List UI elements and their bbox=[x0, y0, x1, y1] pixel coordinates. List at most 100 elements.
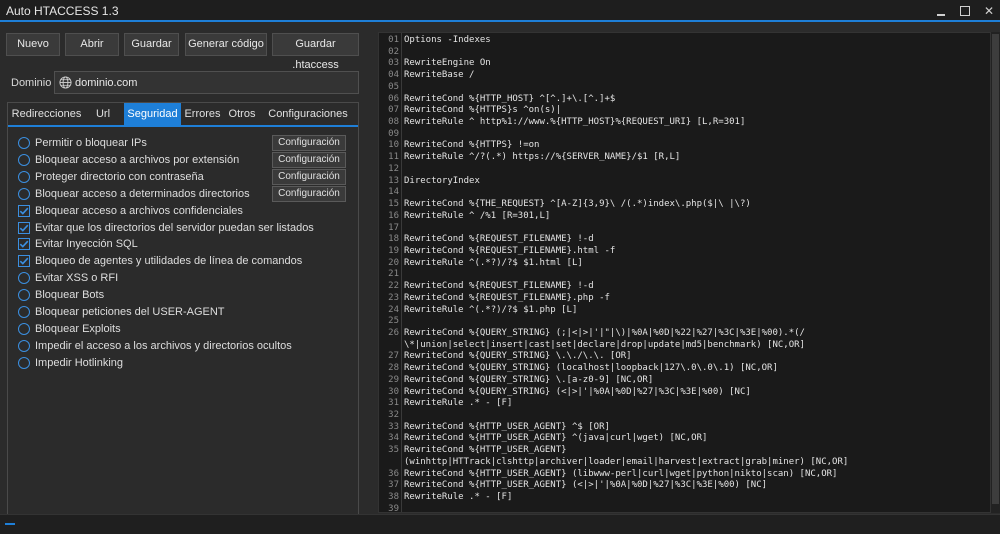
line-text: RewriteCond %{HTTP_USER_AGENT} (libwww-p… bbox=[404, 468, 838, 479]
status-bar bbox=[0, 514, 1000, 534]
code-editor[interactable]: 01 Options -Indexes 02 03 RewriteEngine On 04… bbox=[378, 32, 991, 513]
status-indicator bbox=[5, 523, 15, 525]
save-button[interactable]: Guardar bbox=[124, 33, 179, 56]
line-number: 23 bbox=[388, 292, 399, 303]
security-option-label: Impedir Hotlinking bbox=[35, 356, 124, 369]
security-option-label: Evitar XSS o RFI bbox=[35, 272, 119, 285]
line-text: RewriteCond %{HTTP_USER_AGENT} ^(java|cu… bbox=[404, 433, 708, 444]
open-button[interactable]: Abrir bbox=[65, 33, 119, 56]
line-number: 39 bbox=[388, 503, 399, 513]
line-number: 15 bbox=[388, 199, 399, 210]
checkbox-checked-icon[interactable] bbox=[18, 221, 30, 234]
radio-icon[interactable] bbox=[18, 187, 30, 200]
security-option-label: Impedir el acceso a los archivos y direc… bbox=[35, 339, 292, 352]
security-option-label: Bloquear acceso a determinados directori… bbox=[35, 187, 250, 200]
security-option-label: Proteger directorio con contraseña bbox=[35, 170, 204, 183]
radio-icon[interactable] bbox=[18, 289, 30, 302]
radio-icon[interactable] bbox=[18, 137, 30, 149]
line-text: RewriteCond %{HTTP_HOST} ^[^.]+\.[^.]+$ bbox=[404, 93, 616, 104]
tab-redirecciones[interactable]: Redirecciones bbox=[10, 103, 83, 125]
line-number: 37 bbox=[388, 480, 399, 491]
line-number: 09 bbox=[388, 128, 399, 139]
line-number: 18 bbox=[388, 234, 399, 245]
close-button[interactable]: ✕ bbox=[980, 3, 998, 19]
security-option-label: Bloquear Bots bbox=[35, 289, 105, 302]
line-text: RewriteRule ^/?(.*) https://%{SERVER_NAM… bbox=[404, 152, 681, 163]
line-number: 14 bbox=[388, 187, 399, 198]
line-text: RewriteRule ^ /%1 [R=301,L] bbox=[404, 210, 551, 221]
generate-code-button[interactable]: Generar código bbox=[185, 33, 267, 56]
maximize-button[interactable] bbox=[956, 3, 974, 19]
line-text: RewriteCond %{HTTP_USER_AGENT} ^$ [OR] bbox=[404, 421, 610, 432]
line-text: RewriteRule .* - [F] bbox=[404, 398, 513, 409]
maximize-icon bbox=[960, 6, 970, 16]
dominio-input[interactable] bbox=[75, 74, 355, 91]
line-text: RewriteCond %{QUERY_STRING} (;|<|>|'|"|\… bbox=[404, 328, 805, 338]
security-option-label: Bloquear Exploits bbox=[35, 322, 121, 335]
line-text: RewriteCond %{QUERY_STRING} \.[a-z0-9] [… bbox=[404, 374, 654, 385]
radio-icon[interactable] bbox=[18, 272, 30, 285]
checkbox-checked-icon[interactable] bbox=[18, 255, 30, 268]
minimize-icon bbox=[937, 14, 945, 16]
line-text: (winhttp|HTTrack|clshttp|archiver|loader… bbox=[404, 456, 849, 467]
line-text: RewriteCond %{REQUEST_FILENAME}.html -f bbox=[404, 245, 616, 256]
line-number: 35 bbox=[388, 445, 399, 456]
save-htaccess-button[interactable]: Guardar .htaccess bbox=[272, 33, 359, 71]
tab-seguridad[interactable]: Seguridad bbox=[124, 103, 181, 125]
line-number: 30 bbox=[388, 386, 399, 397]
line-number: 33 bbox=[388, 421, 399, 432]
dominio-field[interactable] bbox=[54, 71, 359, 94]
tab-otros[interactable]: Otros bbox=[227, 103, 257, 125]
line-text: \*|union|select|insert|cast|set|declare|… bbox=[404, 339, 805, 350]
dominio-label: Dominio bbox=[11, 77, 52, 89]
line-number: 34 bbox=[388, 433, 399, 444]
tab-strip: Redirecciones Url Seguridad Errores Otro… bbox=[8, 103, 358, 127]
tab-url[interactable]: Url bbox=[88, 103, 118, 125]
checkbox-checked-icon[interactable] bbox=[18, 204, 30, 217]
line-number: 19 bbox=[388, 245, 399, 256]
config-button[interactable]: Configuración bbox=[272, 168, 346, 185]
line-text: RewriteCond %{HTTP_USER_AGENT} (<|>|'|%0… bbox=[404, 480, 768, 491]
radio-icon[interactable] bbox=[18, 306, 30, 318]
line-number: 17 bbox=[388, 222, 399, 233]
line-text: RewriteCond %{REQUEST_FILENAME} !-d bbox=[404, 234, 594, 245]
line-text: RewriteBase / bbox=[404, 70, 475, 81]
config-button[interactable]: Configuración bbox=[272, 185, 346, 202]
line-number: 01 bbox=[388, 35, 399, 45]
line-text: RewriteRule ^(.*?)/?$ $1.html [L] bbox=[404, 257, 583, 268]
line-text: RewriteCond %{QUERY_STRING} (localhost|l… bbox=[404, 363, 778, 374]
line-number: 11 bbox=[388, 152, 399, 163]
config-button[interactable]: Configuración bbox=[272, 135, 346, 151]
new-button[interactable]: Nuevo bbox=[6, 33, 60, 56]
scrollbar-thumb[interactable] bbox=[992, 34, 999, 504]
line-text: RewriteCond %{HTTPS} !=on bbox=[404, 140, 540, 151]
security-option-label: Bloqueo de agentes y utilidades de línea… bbox=[35, 255, 303, 268]
security-option-label: Bloquear acceso a archivos confidenciale… bbox=[35, 204, 243, 217]
line-number: 26 bbox=[388, 328, 399, 338]
line-number: 20 bbox=[388, 257, 399, 268]
line-number: 21 bbox=[388, 269, 399, 280]
line-number: 32 bbox=[388, 410, 399, 421]
radio-icon[interactable] bbox=[18, 356, 30, 369]
tab-configuraciones[interactable]: Configuraciones bbox=[264, 103, 352, 125]
minimize-button[interactable] bbox=[932, 3, 950, 19]
radio-icon[interactable] bbox=[18, 170, 30, 183]
security-option-label: Bloquear acceso a archivos por extensión bbox=[35, 153, 240, 166]
line-number: 10 bbox=[388, 140, 399, 151]
line-number: 31 bbox=[388, 398, 399, 409]
config-button[interactable]: Configuración bbox=[272, 151, 346, 168]
line-number: 02 bbox=[388, 46, 399, 57]
tab-errores[interactable]: Errores bbox=[184, 103, 221, 125]
radio-icon[interactable] bbox=[18, 153, 30, 166]
security-option-label: Permitir o bloquear IPs bbox=[35, 137, 147, 149]
line-number: 05 bbox=[388, 81, 399, 92]
checkbox-checked-icon[interactable] bbox=[18, 238, 30, 251]
line-number: 08 bbox=[388, 117, 399, 128]
line-number: 25 bbox=[388, 316, 399, 327]
line-number: 38 bbox=[388, 492, 399, 503]
close-icon: ✕ bbox=[983, 4, 995, 18]
tabs-frame: Redirecciones Url Seguridad Errores Otro… bbox=[7, 102, 359, 534]
radio-icon[interactable] bbox=[18, 339, 30, 352]
radio-icon[interactable] bbox=[18, 322, 30, 335]
vertical-scrollbar[interactable] bbox=[991, 32, 1000, 513]
